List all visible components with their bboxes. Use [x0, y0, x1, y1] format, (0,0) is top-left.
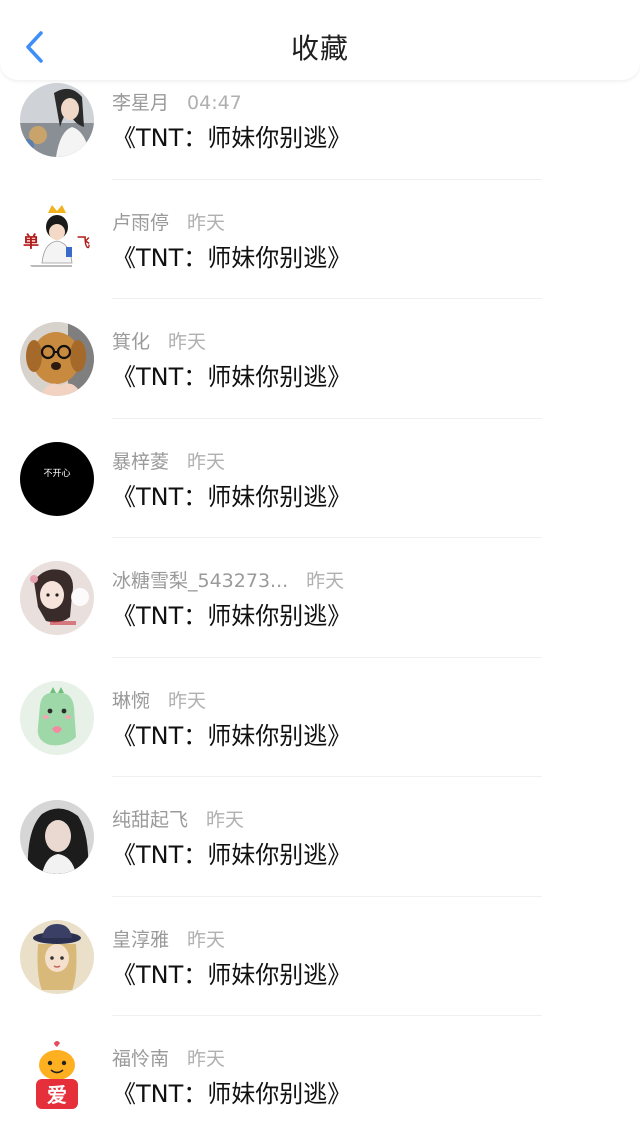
item-title[interactable]: 《TNT：师妹你别逃》 [112, 596, 351, 631]
timestamp: 昨天 [187, 211, 226, 234]
item-title[interactable]: 《TNT：师妹你别逃》 [112, 955, 351, 990]
item-title[interactable]: 《TNT：师妹你别逃》 [112, 238, 351, 273]
author-name[interactable]: 纯甜起飞 [112, 809, 188, 831]
author-name[interactable]: 卢雨停 [112, 212, 169, 234]
item-meta: 暴梓菱 昨天 [112, 447, 225, 474]
item-title[interactable]: 《TNT：师妹你别逃》 [112, 716, 351, 751]
list-item[interactable]: 纯甜起飞 昨天 《TNT：师妹你别逃》 [0, 777, 640, 897]
item-title[interactable]: 《TNT：师妹你别逃》 [112, 1074, 351, 1109]
author-name[interactable]: 李星月 [112, 92, 169, 114]
list-item[interactable]: 箕化 昨天 《TNT：师妹你别逃》 [0, 299, 640, 419]
item-title[interactable]: 《TNT：师妹你别逃》 [112, 357, 351, 392]
item-title[interactable]: 《TNT：师妹你别逃》 [112, 118, 351, 153]
avatar-char-dan: 单 [23, 232, 39, 251]
item-meta: 箕化 昨天 [112, 327, 206, 354]
dog-avatar [20, 322, 94, 396]
love-cartoon-avatar: 爱 [20, 1039, 94, 1113]
avatar-caption: 不开心 [43, 468, 70, 479]
timestamp: 昨天 [306, 570, 345, 592]
item-meta: 卢雨停 昨天 [112, 208, 225, 235]
author-name[interactable]: 福怜南 [112, 1048, 169, 1070]
avatar[interactable] [20, 561, 94, 635]
timestamp: 昨天 [187, 928, 226, 951]
crown-boy-avatar: 单 飞 [20, 202, 94, 277]
avatar[interactable] [20, 680, 94, 755]
avatar[interactable]: 单 飞 [20, 202, 94, 277]
list-item[interactable]: 琳惋 昨天 《TNT：师妹你别逃》 [0, 658, 640, 777]
avatar[interactable]: 不开心 [20, 441, 94, 516]
avatar[interactable] [20, 322, 94, 396]
avatar-caption: 爱 [47, 1083, 67, 1107]
avatar[interactable] [20, 919, 94, 994]
list-item[interactable]: 皇淳雅 昨天 《TNT：师妹你别逃》 [0, 897, 640, 1016]
timestamp: 昨天 [187, 450, 226, 473]
timestamp: 04:47 [187, 92, 242, 114]
top-bar: 收藏 [0, 0, 640, 80]
list-item[interactable]: 冰糖雪梨_543273... 昨天 《TNT：师妹你别逃》 [0, 538, 640, 658]
photo-girl-avatar [20, 83, 94, 157]
author-name[interactable]: 皇淳雅 [112, 929, 169, 951]
avatar[interactable] [20, 83, 94, 157]
list-item[interactable]: 爱 福怜南 昨天 《TNT：师妹你别逃》 [0, 1016, 640, 1136]
list-item[interactable]: 不开心 暴梓菱 昨天 《TNT：师妹你别逃》 [0, 419, 640, 538]
item-title[interactable]: 《TNT：师妹你别逃》 [112, 477, 351, 512]
avatar-char-fei: 飞 [77, 236, 90, 251]
timestamp: 昨天 [206, 809, 245, 831]
timestamp: 昨天 [168, 689, 207, 712]
photo-woman-avatar [20, 800, 94, 874]
author-name[interactable]: 箕化 [112, 331, 150, 353]
list-item[interactable]: 单 飞 卢雨停 昨天 《TNT：师妹你别逃》 [0, 180, 640, 299]
author-name[interactable]: 暴梓菱 [112, 451, 169, 473]
item-meta: 琳惋 昨天 [112, 686, 206, 713]
item-meta: 皇淳雅 昨天 [112, 925, 225, 952]
avatar[interactable]: 爱 [20, 1039, 94, 1113]
author-name[interactable]: 冰糖雪梨_543273... [112, 570, 288, 592]
favorites-list: 李星月 04:47 《TNT：师妹你别逃》 单 飞 卢雨停 昨天 《TNT：师妹你别… [0, 60, 640, 1136]
hat-girl-avatar [20, 919, 94, 994]
author-name[interactable]: 琳惋 [112, 690, 150, 712]
avatar[interactable] [20, 800, 94, 874]
item-meta: 福怜南 昨天 [112, 1044, 225, 1071]
item-meta: 纯甜起飞 昨天 [112, 805, 244, 832]
illustration-girl-avatar [20, 561, 94, 635]
timestamp: 昨天 [168, 331, 207, 353]
green-dino-avatar [20, 680, 94, 755]
item-meta: 李星月 04:47 [112, 88, 242, 115]
item-title[interactable]: 《TNT：师妹你别逃》 [112, 835, 351, 870]
page-title: 收藏 [290, 32, 349, 65]
item-meta: 冰糖雪梨_543273... 昨天 [112, 566, 344, 593]
black-text-avatar: 不开心 [20, 441, 94, 516]
timestamp: 昨天 [187, 1048, 226, 1070]
